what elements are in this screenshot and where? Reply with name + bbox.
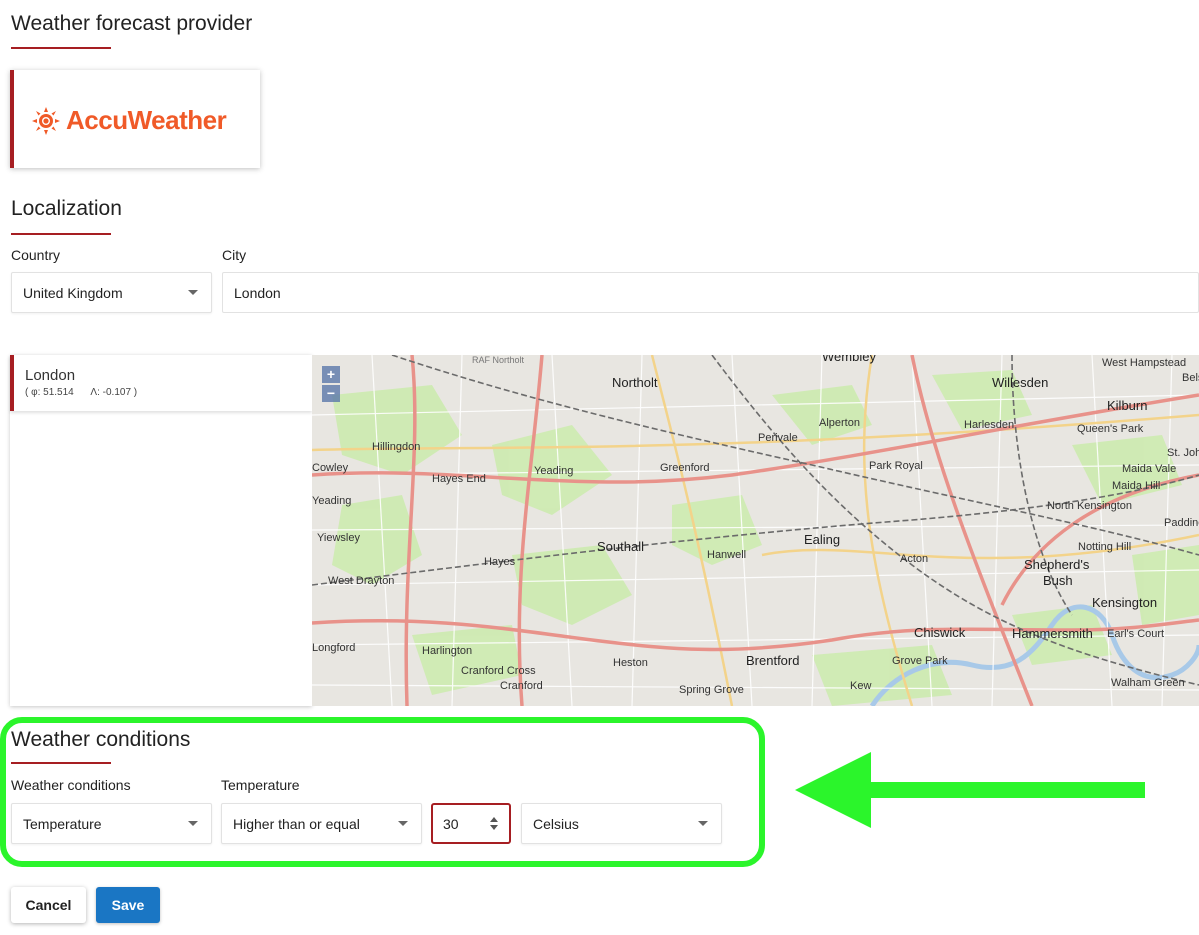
map-label: Earl's Court [1107,628,1165,640]
map-label: Walham Green [1111,677,1185,689]
map-label: Cranford [500,680,543,692]
accuweather-logo: AccuWeather [32,105,227,136]
map-label: Ealing [804,532,841,547]
location-map[interactable]: + − RAF Northolt Northolt Wembley Willes… [312,355,1199,706]
map-label: Northolt [612,375,658,390]
map-label: Harlington [422,645,473,657]
provider-section-title: Weather forecast provider [11,12,253,35]
sun-icon [32,106,60,135]
map-label: Queen's Park [1077,423,1144,435]
map-label: Cowley [312,462,349,474]
location-results-panel: London ( φ: 51.514 Λ: -0.107 ) [10,355,312,706]
localization-title-rule [11,233,111,235]
map-label: Chiswick [914,625,966,640]
map-label: Bush [1043,573,1073,588]
map-label: Hillingdon [372,441,421,453]
map-label: Alperton [819,417,860,429]
map-label: Cranford Cross [461,665,536,677]
zoom-out-button[interactable]: − [322,385,340,402]
cancel-button[interactable]: Cancel [11,887,86,923]
map-label: Southall [597,539,644,554]
map-label: Kilburn [1107,398,1148,413]
map-label: Park Royal [869,460,923,472]
annotation-arrow-icon [795,752,1145,828]
list-item[interactable]: London ( φ: 51.514 Λ: -0.107 ) [10,355,312,411]
map-label: RAF Northolt [472,355,525,365]
zoom-in-button[interactable]: + [322,366,340,383]
city-label: City [222,247,247,263]
map-label: Hayes [484,556,516,568]
map-label: Yiewsley [317,532,360,544]
map-label: Longford [312,642,356,654]
location-longitude: Λ: -0.107 ) [90,387,138,398]
map-label: Notting Hill [1078,541,1132,553]
annotation-highlight-box [0,717,765,867]
map-label: Wembley [822,355,876,364]
country-label: Country [11,247,61,263]
map-label: Kensington [1092,595,1158,610]
provider-title-rule [11,47,111,49]
map-label: Yeading [312,495,352,507]
map-label: Brentford [746,653,800,668]
accuweather-wordmark: AccuWeather [66,105,227,135]
provider-card-accuweather[interactable]: AccuWeather [10,70,260,168]
map-label: St. John's [1167,447,1199,459]
map-label: Heston [613,657,648,669]
location-latitude: ( φ: 51.514 [25,387,74,398]
map-label: Maida Vale [1122,463,1177,475]
map-label: Greenford [660,462,710,474]
save-button[interactable]: Save [96,887,160,923]
city-input-value: London [234,284,281,301]
location-name: London [25,367,76,384]
chevron-down-icon [188,290,198,295]
country-select-value: United Kingdom [23,284,123,301]
localization-section-title: Localization [11,197,122,220]
map-label: North Kensington [1047,500,1132,512]
map-label: West Hampstead [1102,357,1187,369]
map-label: Kew [850,680,872,692]
city-input[interactable]: London [222,272,1199,313]
map-label: Hanwell [707,549,747,561]
map-label: Spring Grove [679,684,744,696]
map-label: Shepherd's [1024,557,1090,572]
map-label: Belsize [1182,372,1199,384]
map-label: Perivale [758,432,798,444]
map-label: Willesden [992,375,1049,390]
map-label: West Drayton [328,575,395,587]
map-label: Paddington [1164,517,1199,529]
country-select[interactable]: United Kingdom [11,272,212,313]
map-label: Harlesden [964,419,1015,431]
map-label: Acton [900,553,929,565]
map-label: Yeading [534,465,574,477]
location-coordinates: ( φ: 51.514 Λ: -0.107 ) [25,387,137,398]
map-label: Hayes End [432,473,486,485]
map-label: Hammersmith [1012,626,1093,641]
map-label: Maida Hill [1112,480,1161,492]
map-label: Grove Park [892,655,948,667]
